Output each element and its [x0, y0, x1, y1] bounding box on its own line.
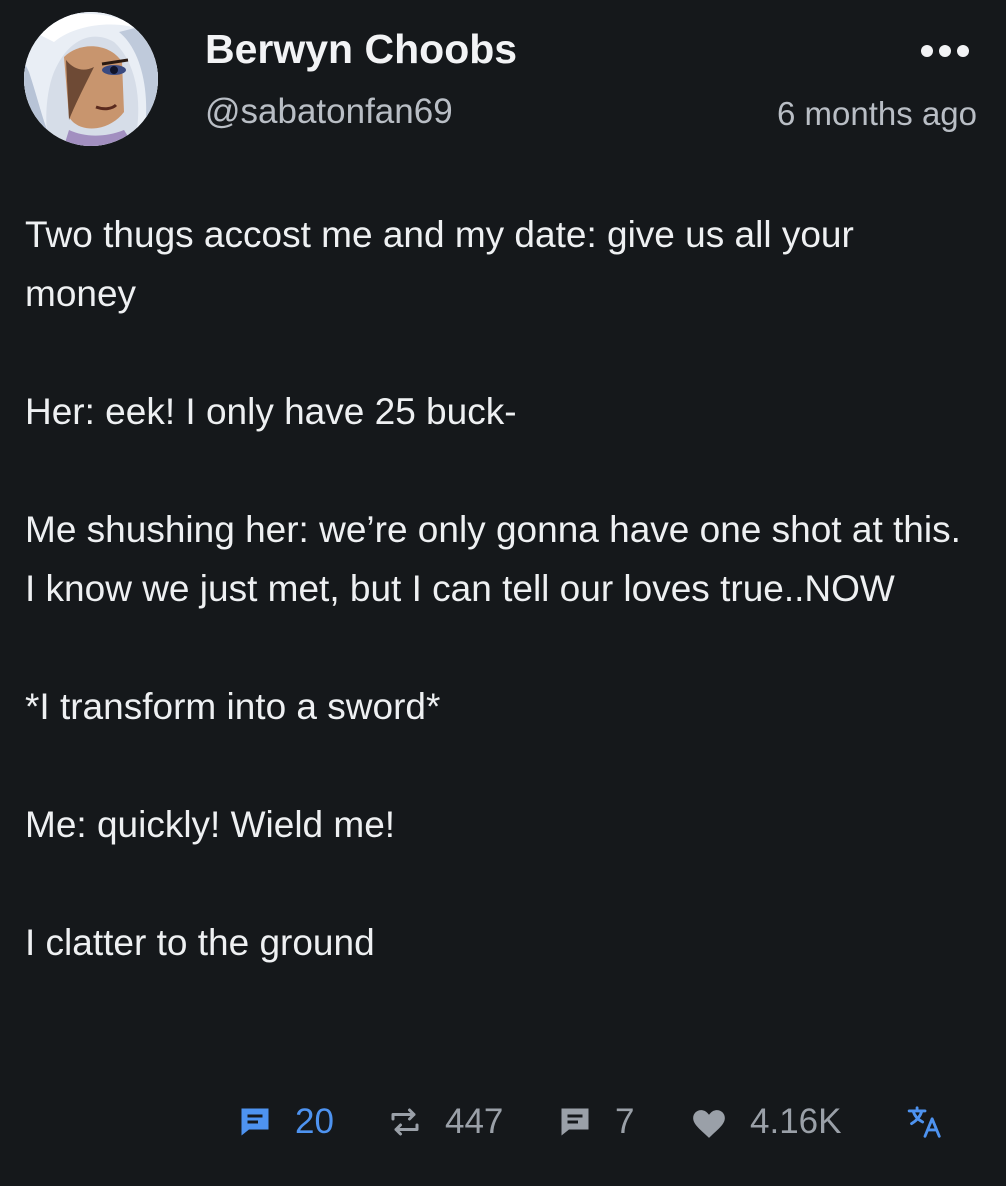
post-paragraph: Me shushing her: we’re only gonna have o…: [25, 509, 961, 609]
display-name[interactable]: Berwyn Choobs: [205, 26, 517, 73]
like-button[interactable]: 4.16K: [690, 1094, 841, 1150]
repost-button[interactable]: 447: [387, 1094, 503, 1150]
heart-icon: [693, 1110, 725, 1138]
post-paragraph: Her: eek! I only have 25 buck-: [25, 391, 517, 432]
repost-icon: [391, 1108, 419, 1136]
post-paragraph: *I transform into a sword*: [25, 686, 441, 727]
reply-count: 20: [295, 1102, 334, 1141]
like-count: 4.16K: [750, 1102, 842, 1141]
more-dot-icon: [939, 45, 951, 57]
post-body: Two thugs accost me and my date: give us…: [25, 205, 975, 1031]
translate-button[interactable]: [906, 1094, 944, 1150]
quote-icon: [561, 1108, 589, 1136]
reply-button[interactable]: 20: [237, 1094, 334, 1150]
user-handle[interactable]: @sabatonfan69: [205, 92, 453, 132]
action-bar: 20 447 7 4.16K: [0, 1094, 1006, 1150]
avatar[interactable]: [24, 12, 158, 146]
quote-button[interactable]: 7: [557, 1094, 634, 1150]
post-paragraph: Me: quickly! Wield me!: [25, 804, 396, 845]
post-timestamp[interactable]: 6 months ago: [777, 95, 977, 133]
quote-count: 7: [615, 1102, 635, 1141]
more-dot-icon: [921, 45, 933, 57]
avatar-image: [24, 12, 158, 146]
translate-icon: [907, 1106, 941, 1138]
post-paragraph: I clatter to the ground: [25, 922, 375, 963]
post-paragraph: Two thugs accost me and my date: give us…: [25, 214, 854, 314]
repost-count: 447: [445, 1102, 504, 1141]
reply-icon: [241, 1108, 269, 1136]
more-dot-icon: [957, 45, 969, 57]
more-options-button[interactable]: [921, 43, 969, 59]
